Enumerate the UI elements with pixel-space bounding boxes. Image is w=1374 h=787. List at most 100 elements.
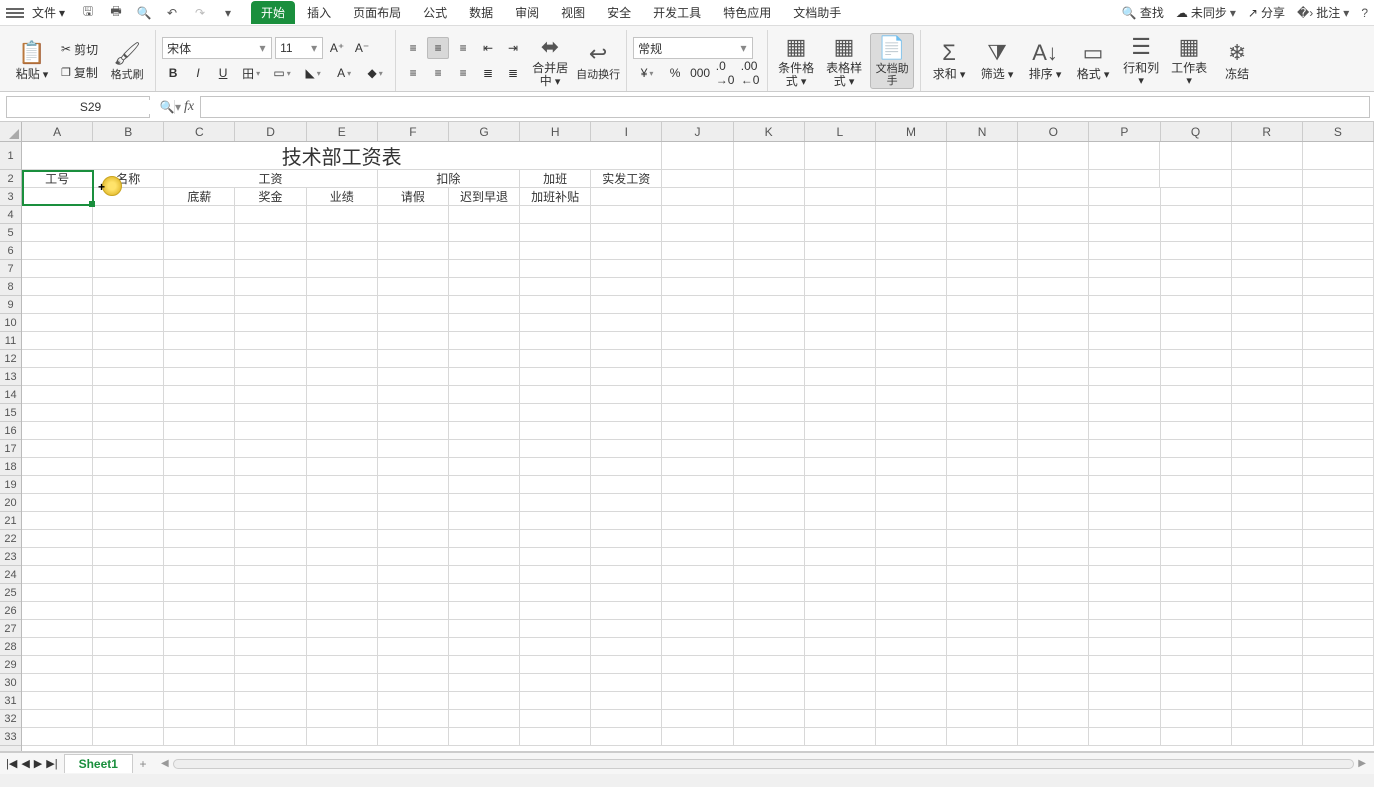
cell[interactable]	[662, 638, 733, 656]
print-icon[interactable]: 🖶	[107, 4, 125, 22]
cell[interactable]	[1089, 638, 1160, 656]
cell[interactable]	[1303, 602, 1374, 620]
cell[interactable]	[378, 224, 449, 242]
cell[interactable]	[947, 530, 1018, 548]
cell[interactable]	[378, 206, 449, 224]
cell[interactable]	[1303, 692, 1374, 710]
cell[interactable]	[1232, 692, 1303, 710]
row-header-33[interactable]: 33	[0, 728, 21, 746]
cell[interactable]	[947, 170, 1018, 188]
cell[interactable]	[805, 296, 876, 314]
cell[interactable]	[307, 674, 378, 692]
cell[interactable]	[1089, 494, 1160, 512]
cell[interactable]	[734, 638, 805, 656]
cell[interactable]	[164, 566, 235, 584]
row-header-17[interactable]: 17	[0, 440, 21, 458]
cell[interactable]	[93, 620, 164, 638]
cell[interactable]	[1303, 188, 1374, 206]
cell[interactable]	[662, 584, 733, 602]
cell[interactable]	[1018, 350, 1089, 368]
cell[interactable]	[22, 728, 93, 746]
cell[interactable]	[1089, 142, 1160, 170]
cell[interactable]	[1018, 278, 1089, 296]
cell[interactable]	[947, 440, 1018, 458]
cell[interactable]	[876, 494, 947, 512]
cell[interactable]	[164, 422, 235, 440]
share-button[interactable]: ↗ 分享	[1248, 4, 1285, 21]
row-header-2[interactable]: 2	[0, 170, 21, 188]
cell[interactable]	[520, 692, 591, 710]
freeze-button[interactable]: ❄冻结	[1215, 33, 1259, 89]
cell[interactable]	[734, 566, 805, 584]
cell[interactable]	[93, 548, 164, 566]
cell[interactable]	[876, 674, 947, 692]
cell[interactable]	[1089, 620, 1160, 638]
sheet-tab[interactable]: Sheet1	[64, 754, 133, 773]
cell[interactable]	[876, 728, 947, 746]
cell[interactable]	[734, 548, 805, 566]
cell[interactable]	[805, 494, 876, 512]
cell[interactable]	[378, 710, 449, 728]
cell[interactable]	[947, 278, 1018, 296]
row-header-14[interactable]: 14	[0, 386, 21, 404]
cell[interactable]	[1303, 386, 1374, 404]
cell[interactable]	[520, 566, 591, 584]
cell[interactable]	[947, 206, 1018, 224]
cell[interactable]	[662, 422, 733, 440]
cell[interactable]	[1161, 224, 1232, 242]
cell[interactable]	[93, 224, 164, 242]
cell[interactable]	[591, 278, 662, 296]
formula-input[interactable]	[200, 96, 1370, 118]
cell[interactable]	[520, 584, 591, 602]
cell[interactable]	[22, 224, 93, 242]
cell[interactable]	[378, 728, 449, 746]
cell[interactable]	[520, 422, 591, 440]
cell[interactable]	[805, 674, 876, 692]
cell[interactable]	[591, 188, 662, 206]
align-bottom-button[interactable]: ≡	[452, 37, 474, 59]
cell[interactable]	[947, 458, 1018, 476]
cell[interactable]	[1232, 710, 1303, 728]
cell[interactable]	[449, 494, 520, 512]
tab-页面布局[interactable]: 页面布局	[343, 1, 411, 24]
cell[interactable]	[235, 602, 306, 620]
align-right-button[interactable]: ≡	[452, 62, 474, 84]
cell[interactable]	[1018, 602, 1089, 620]
row-header-20[interactable]: 20	[0, 494, 21, 512]
cell[interactable]	[734, 206, 805, 224]
cell[interactable]: 实发工资	[591, 170, 662, 188]
cell[interactable]	[1303, 206, 1374, 224]
cell[interactable]	[734, 368, 805, 386]
cell[interactable]	[93, 350, 164, 368]
cell[interactable]	[662, 314, 733, 332]
cell[interactable]	[734, 350, 805, 368]
cell[interactable]	[947, 494, 1018, 512]
cell[interactable]	[662, 188, 733, 206]
cell[interactable]	[1089, 350, 1160, 368]
cell[interactable]	[235, 692, 306, 710]
cell[interactable]	[235, 674, 306, 692]
row-header-21[interactable]: 21	[0, 512, 21, 530]
row-header-23[interactable]: 23	[0, 548, 21, 566]
cell[interactable]	[662, 206, 733, 224]
cell[interactable]	[591, 332, 662, 350]
cell[interactable]	[1303, 494, 1374, 512]
cell[interactable]	[93, 512, 164, 530]
cell[interactable]	[805, 566, 876, 584]
cell[interactable]	[662, 548, 733, 566]
merge-center-button[interactable]: ⬌合并居中 ▾	[528, 33, 572, 89]
cell[interactable]	[307, 440, 378, 458]
cell[interactable]	[734, 332, 805, 350]
cell[interactable]	[1089, 728, 1160, 746]
cell[interactable]	[734, 710, 805, 728]
cell[interactable]	[22, 584, 93, 602]
cell[interactable]	[734, 602, 805, 620]
cell[interactable]	[805, 404, 876, 422]
cell[interactable]	[662, 674, 733, 692]
cell[interactable]	[93, 386, 164, 404]
cell[interactable]	[378, 332, 449, 350]
cell[interactable]	[876, 422, 947, 440]
cell[interactable]	[520, 656, 591, 674]
cell[interactable]	[307, 638, 378, 656]
cell[interactable]	[805, 224, 876, 242]
